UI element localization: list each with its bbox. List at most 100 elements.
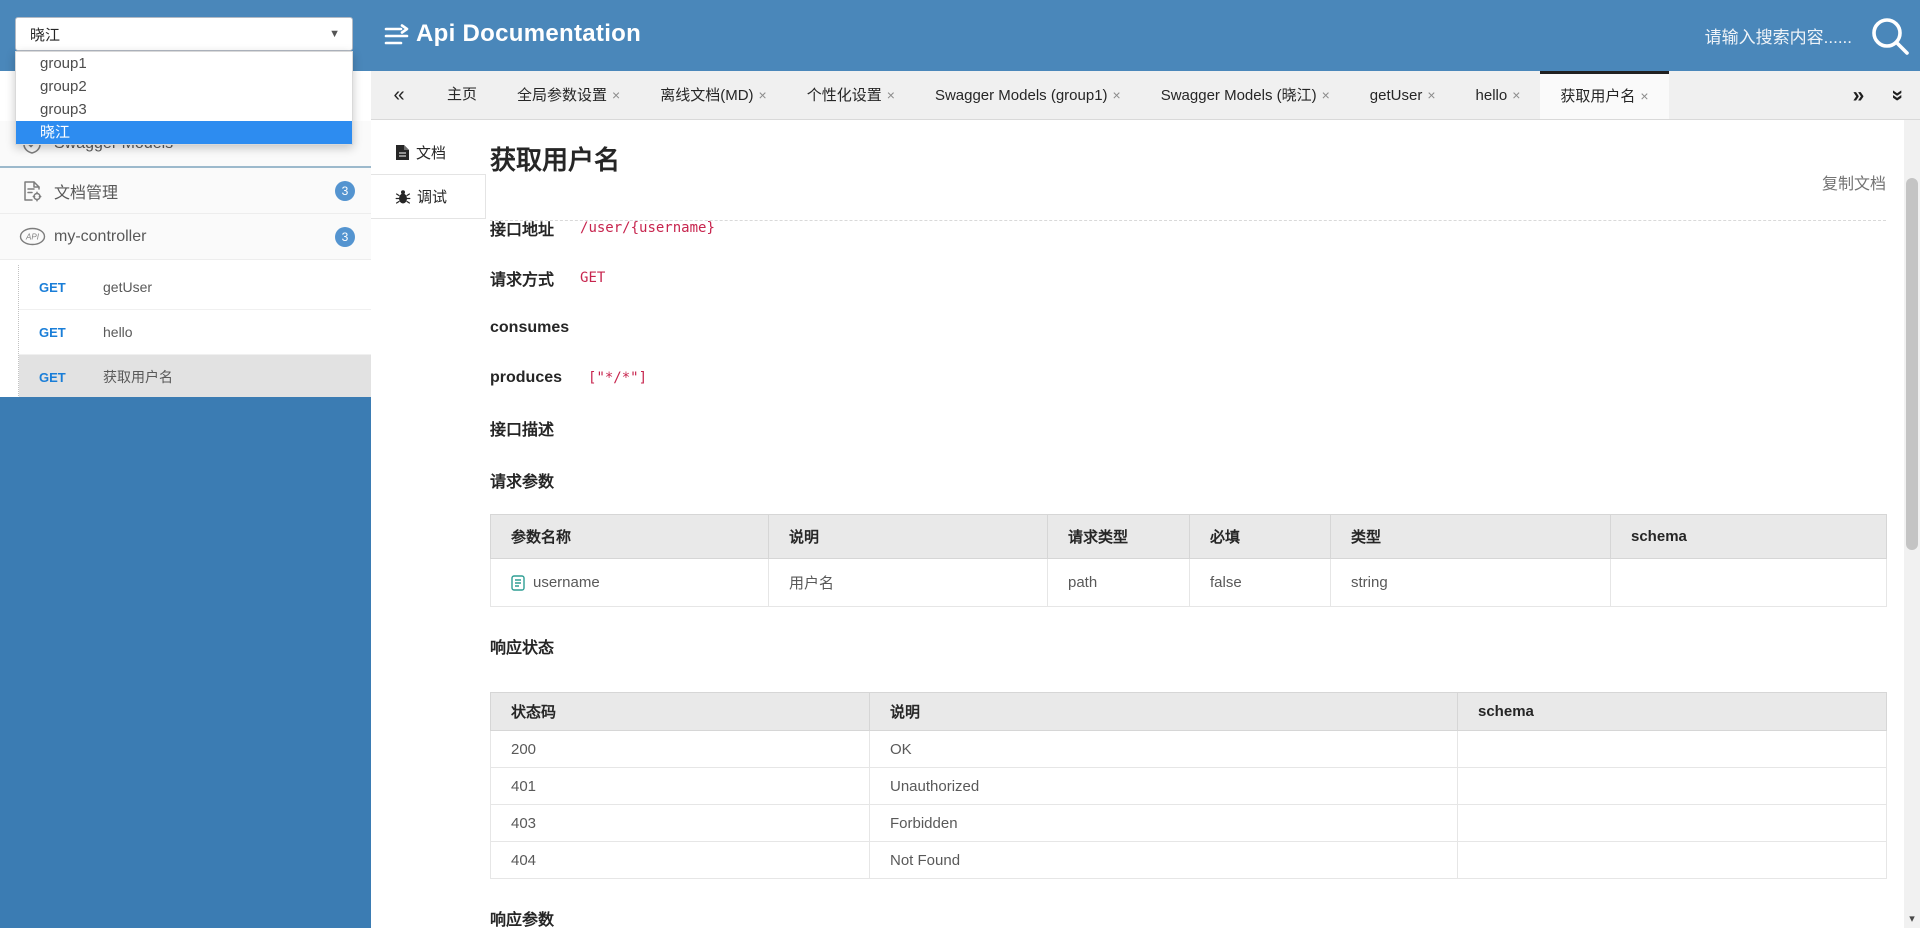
tabs-collapse-all-icon[interactable]: »	[1887, 89, 1910, 101]
scrollbar-thumb[interactable]	[1906, 178, 1918, 550]
group-select-value: 晓江	[30, 26, 61, 44]
tab-get-username[interactable]: 获取用户名 ×	[1540, 71, 1669, 119]
scrollbar-down-arrow[interactable]: ▾	[1904, 913, 1920, 927]
field-label: 请求方式	[490, 272, 555, 289]
group-option-group2[interactable]: group2	[16, 75, 352, 98]
cell-status-code: 401	[490, 767, 870, 805]
field-value: GET	[580, 270, 606, 286]
table-row: 404 Not Found	[490, 841, 1887, 879]
tab-close-icon[interactable]: ×	[1512, 87, 1520, 103]
cell-param-name: username	[490, 558, 769, 607]
tab-close-icon[interactable]: ×	[1113, 87, 1121, 103]
tab-close-icon[interactable]: ×	[1322, 87, 1330, 103]
doc-content: 获取用户名 复制文档 接口地址 /user/{username} 请求方式 GE…	[490, 120, 1887, 928]
cell-description: Not Found	[869, 841, 1458, 879]
sidebar-endpoint-list: GET getUser GET hello GET 获取用户名	[18, 265, 371, 400]
search-placeholder[interactable]: 请输入搜索内容......	[1705, 23, 1852, 48]
tab-swagger-models-xiaojiang[interactable]: Swagger Models (晓江) ×	[1141, 71, 1350, 119]
endpoint-name: getUser	[103, 279, 153, 295]
table-header-row: 状态码 说明 schema	[490, 692, 1887, 731]
tab-debug-mode[interactable]: 调试	[371, 175, 486, 219]
field-label: produces	[490, 369, 563, 386]
field-label: 接口描述	[490, 422, 555, 439]
request-params-heading: 请求参数	[490, 474, 555, 491]
table-row: username 用户名 path false string	[490, 558, 1887, 607]
tab-swagger-models-group1[interactable]: Swagger Models (group1) ×	[915, 71, 1141, 119]
tab-close-icon[interactable]: ×	[887, 87, 895, 103]
field-produces: produces ["*/*"]	[490, 368, 647, 388]
sidebar-item-doc-manage[interactable]: 文档管理 3	[0, 168, 371, 214]
cell-required: false	[1189, 558, 1331, 607]
svg-text:API: API	[25, 233, 40, 242]
col-schema: schema	[1610, 514, 1887, 559]
response-status-heading: 响应状态	[490, 640, 555, 657]
cell-description: Unauthorized	[869, 767, 1458, 805]
endpoint-name: 获取用户名	[103, 369, 173, 385]
cell-status-code: 404	[490, 841, 870, 879]
header-search[interactable]: 请输入搜索内容......	[1705, 0, 1912, 71]
field-label: consumes	[490, 319, 570, 336]
tab-close-icon[interactable]: ×	[1640, 88, 1648, 104]
sidebar-endpoint-get-username[interactable]: GET 获取用户名	[19, 355, 371, 400]
tabbar-controls: » »	[1853, 71, 1920, 119]
field-api-path: 接口地址 /user/{username}	[490, 218, 715, 239]
tab-getuser[interactable]: getUser ×	[1350, 71, 1456, 119]
copy-doc-link[interactable]: 复制文档	[1822, 170, 1886, 194]
doc-mode-tabs: 文档 调试	[371, 131, 486, 219]
col-description: 说明	[869, 692, 1458, 731]
group-select[interactable]: 晓江 ▼	[15, 17, 353, 51]
cell-status-code: 403	[490, 804, 870, 842]
group-dropdown: group1 group2 group3 晓江	[15, 51, 353, 145]
document-icon	[395, 144, 410, 161]
doc-tabbar: « 主页 全局参数设置 × 离线文档(MD) × 个性化设置 × Swagger Mo…	[371, 71, 1920, 120]
tab-label: 主页	[447, 86, 478, 103]
group-option-group1[interactable]: group1	[16, 52, 352, 75]
table-row: 403 Forbidden	[490, 804, 1887, 842]
app-title: Api Documentation	[416, 20, 642, 47]
group-option-xiaojiang[interactable]: 晓江	[16, 121, 352, 144]
page-scrollbar[interactable]: ▾	[1904, 120, 1920, 928]
bug-icon	[395, 189, 411, 205]
doc-settings-icon	[18, 180, 46, 202]
tab-label: Swagger Models (晓江)	[1160, 87, 1317, 104]
api-cloud-icon: API	[18, 227, 46, 246]
field-consumes: consumes	[490, 318, 595, 338]
vtab-label: 文档	[416, 145, 447, 162]
col-type: 类型	[1330, 514, 1611, 559]
sidebar-item-label: 文档管理	[54, 184, 119, 202]
page-title: 获取用户名	[490, 145, 621, 175]
tab-hello[interactable]: hello ×	[1456, 71, 1541, 119]
cell-description: Forbidden	[869, 804, 1458, 842]
sidebar-endpoint-hello[interactable]: GET hello	[19, 310, 371, 355]
sidebar-endpoint-getuser[interactable]: GET getUser	[19, 265, 371, 310]
search-icon[interactable]	[1868, 14, 1912, 58]
tabs-scroll-left-button[interactable]: «	[371, 71, 427, 119]
tab-label: 个性化设置	[806, 87, 882, 104]
cell-schema	[1610, 558, 1887, 607]
tab-offline-doc-md[interactable]: 离线文档(MD) ×	[640, 71, 787, 119]
tab-close-icon[interactable]: ×	[612, 87, 620, 103]
tab-personal-settings[interactable]: 个性化设置 ×	[787, 71, 915, 119]
field-label: 接口地址	[490, 222, 555, 239]
chevron-down-icon: ▼	[329, 28, 340, 40]
response-params-heading: 响应参数	[490, 912, 555, 928]
count-badge: 3	[335, 226, 355, 247]
col-description: 说明	[768, 514, 1048, 559]
tab-document-mode[interactable]: 文档	[371, 131, 486, 175]
group-option-group3[interactable]: group3	[16, 98, 352, 121]
knife4j-app: Api Documentation 请输入搜索内容...... 晓江 ▼ gro…	[0, 0, 1920, 928]
cell-schema	[1457, 730, 1887, 768]
sidebar-item-my-controller[interactable]: API my-controller 3	[0, 214, 371, 260]
tab-close-icon[interactable]: ×	[1427, 87, 1435, 103]
tab-home[interactable]: 主页	[427, 71, 497, 119]
tab-close-icon[interactable]: ×	[759, 87, 767, 103]
vtab-label: 调试	[417, 189, 448, 206]
tabs-scroll-right-button[interactable]: »	[1853, 85, 1865, 106]
cell-type: string	[1330, 558, 1611, 607]
tab-label: 离线文档(MD)	[660, 87, 754, 104]
table-header-row: 参数名称 说明 请求类型 必填 类型 schema	[490, 514, 1887, 559]
cell-request-type: path	[1047, 558, 1190, 607]
tab-label: Swagger Models (group1)	[934, 87, 1108, 104]
tab-global-params[interactable]: 全局参数设置 ×	[497, 71, 640, 119]
http-method-label: GET	[39, 324, 66, 340]
